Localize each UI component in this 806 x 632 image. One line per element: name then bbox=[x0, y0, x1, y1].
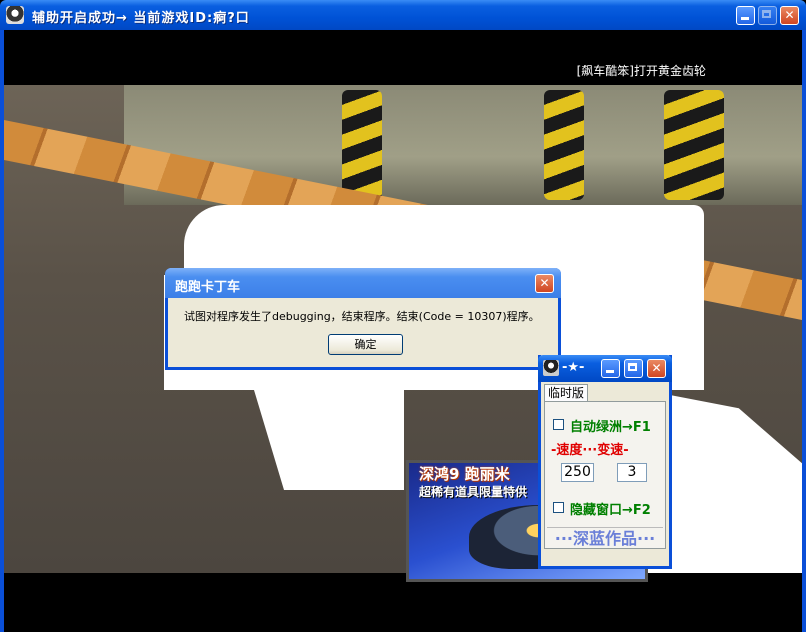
white-region bbox=[184, 205, 704, 275]
tool-title-bar[interactable]: -★- bbox=[538, 355, 672, 382]
close-icon[interactable] bbox=[780, 6, 799, 25]
window-title: 辅助开启成功→ 当前游戏ID:痾?口 bbox=[32, 11, 250, 26]
maximize-icon bbox=[758, 6, 777, 25]
ok-button[interactable]: 确定 bbox=[328, 334, 403, 355]
error-dialog: 跑跑卡丁车 试图对程序发生了debugging，结束程序。结束(Code = 1… bbox=[165, 268, 561, 370]
white-region bbox=[254, 390, 404, 490]
bottom-black-bar bbox=[4, 573, 802, 632]
dialog-close-icon[interactable] bbox=[535, 274, 554, 293]
app-icon[interactable] bbox=[6, 6, 24, 24]
tool-app-icon[interactable] bbox=[543, 360, 559, 376]
speed-input[interactable]: 250 bbox=[561, 463, 594, 482]
minimize-icon[interactable] bbox=[601, 359, 620, 378]
auto-checkbox[interactable] bbox=[553, 419, 564, 430]
striped-barrier bbox=[342, 90, 382, 200]
minimize-icon[interactable] bbox=[736, 6, 755, 25]
ad-subline: 超稀有道具限量特供 bbox=[419, 485, 528, 499]
auto-label: 自动绿洲→F1 bbox=[570, 420, 651, 435]
main-title-bar[interactable]: 辅助开启成功→ 当前游戏ID:痾?口 bbox=[0, 0, 806, 30]
cheat-tool-window: -★- 临时版 自动绿洲→F1 -速度···变速- 250 3 隐藏窗口→F2 … bbox=[538, 355, 672, 569]
maximize-icon[interactable] bbox=[624, 359, 643, 378]
tool-title: -★- bbox=[562, 360, 585, 375]
striped-barrier bbox=[664, 90, 724, 200]
dialog-title-bar[interactable]: 跑跑卡丁车 bbox=[165, 268, 561, 298]
hide-window-label: 隐藏窗口→F2 bbox=[570, 503, 651, 518]
dialog-title: 跑跑卡丁车 bbox=[175, 280, 241, 295]
speed-label: -速度···变速- bbox=[551, 443, 629, 458]
tab-temporary[interactable]: 临时版 bbox=[544, 384, 589, 402]
game-message: [飙车酷笨]打开黄金齿轮 bbox=[576, 64, 706, 78]
striped-barrier bbox=[544, 90, 584, 200]
ad-headline: 深鸿9 跑丽米 bbox=[419, 465, 510, 483]
window-frame-right bbox=[802, 30, 806, 632]
tool-panel: 自动绿洲→F1 -速度···变速- 250 3 隐藏窗口→F2 ···深蓝作品·… bbox=[544, 401, 666, 549]
hide-window-checkbox[interactable] bbox=[553, 502, 564, 513]
signature-label: ···深蓝作品··· bbox=[547, 527, 663, 549]
dialog-message: 试图对程序发生了debugging，结束程序。结束(Code = 10307)程… bbox=[184, 310, 540, 323]
close-icon[interactable] bbox=[647, 359, 666, 378]
shift-input[interactable]: 3 bbox=[617, 463, 647, 482]
